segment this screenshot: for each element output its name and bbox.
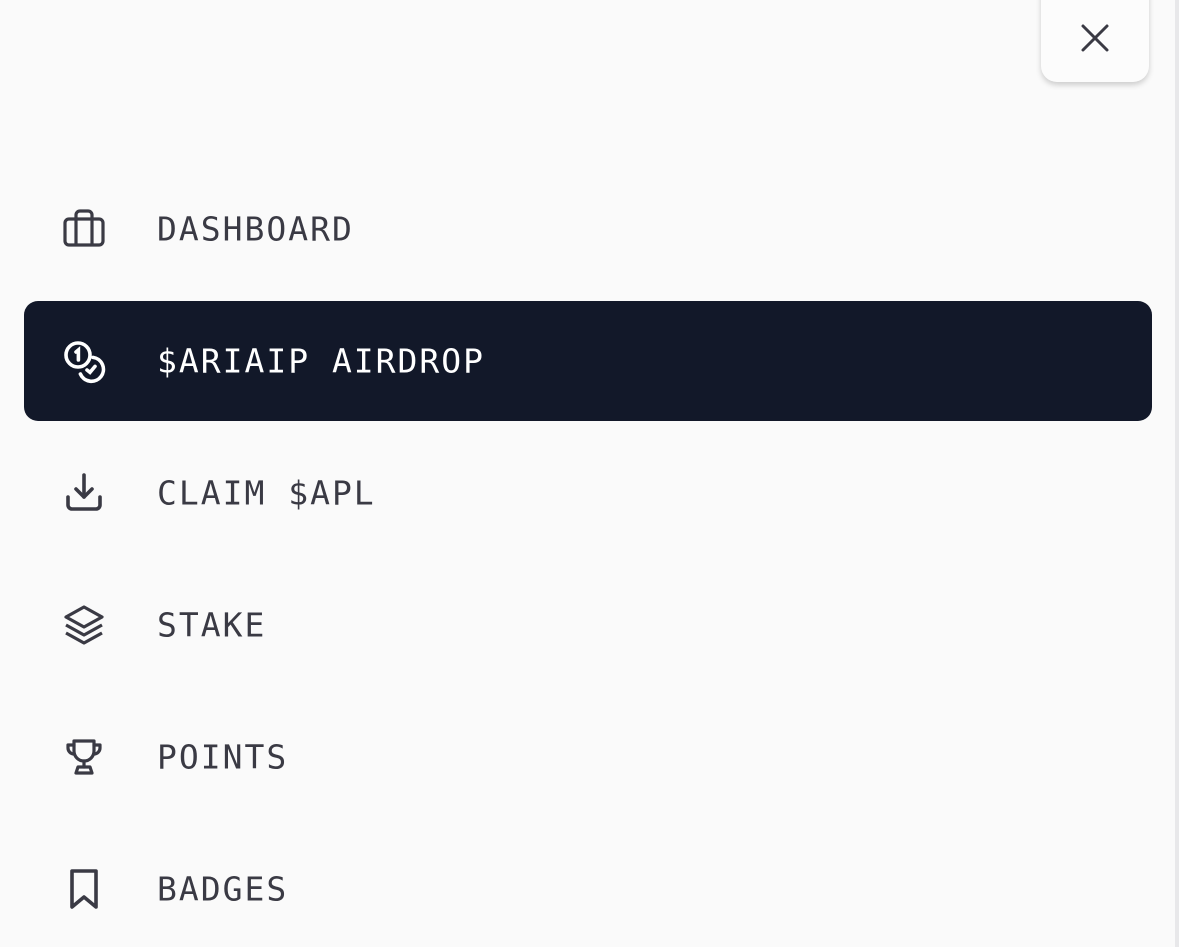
close-icon	[1081, 24, 1109, 52]
nav-item-claim[interactable]: CLAIM $APL	[24, 433, 1152, 553]
briefcase-icon	[60, 205, 108, 253]
mobile-nav-menu: DASHBOARD $ARIAIP AIRDROP CLAIM $APL STA…	[0, 0, 1179, 947]
nav-label-points: POINTS	[157, 737, 289, 777]
nav-item-points[interactable]: POINTS	[24, 697, 1152, 817]
bookmark-icon	[60, 865, 108, 913]
nav-label-badges: BADGES	[157, 869, 289, 909]
close-button[interactable]	[1041, 0, 1149, 82]
scrollbar-edge	[1175, 0, 1179, 947]
nav-item-airdrop[interactable]: $ARIAIP AIRDROP	[24, 301, 1152, 421]
nav-label-dashboard: DASHBOARD	[157, 209, 354, 249]
download-icon	[60, 469, 108, 517]
nav-label-airdrop: $ARIAIP AIRDROP	[157, 341, 486, 381]
coins-icon	[60, 337, 108, 385]
nav-label-claim: CLAIM $APL	[157, 473, 376, 513]
trophy-icon	[60, 733, 108, 781]
layers-icon	[60, 601, 108, 649]
nav-label-stake: STAKE	[157, 605, 267, 645]
nav-item-dashboard[interactable]: DASHBOARD	[24, 169, 1152, 289]
nav-item-badges[interactable]: BADGES	[24, 829, 1152, 947]
nav-item-stake[interactable]: STAKE	[24, 565, 1152, 685]
